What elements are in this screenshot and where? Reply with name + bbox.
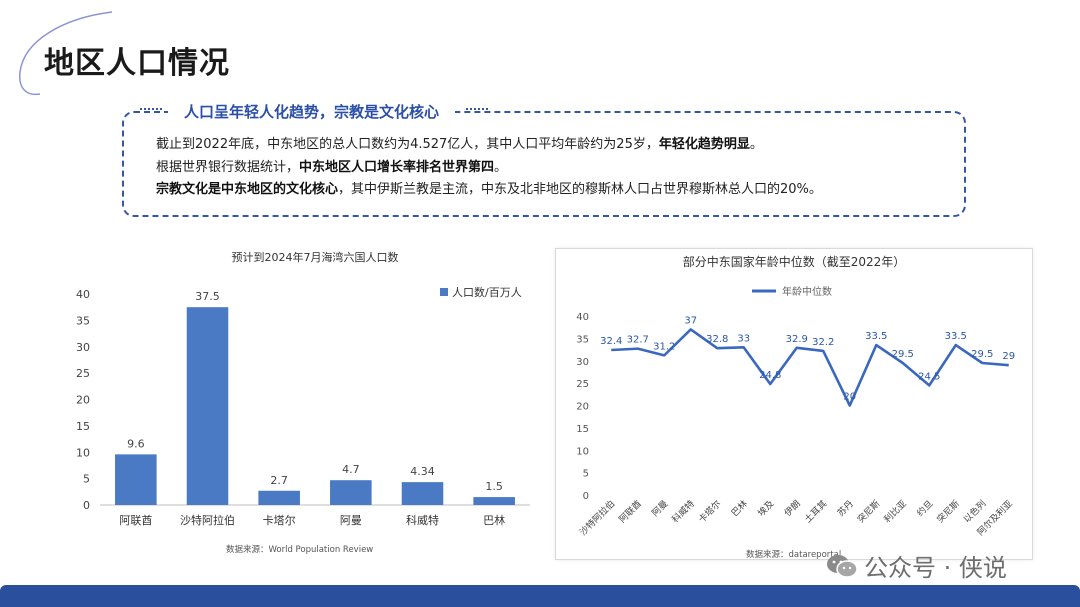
line-value-label: 24.5 (918, 371, 940, 382)
slide: 地区人口情况 人口呈年轻人化趋势，宗教是文化核心 截止到2022年底，中东地区的… (0, 0, 1080, 607)
median-age-chart-panel: 部分中东国家年龄中位数（截至2022年） 年龄中位数 0 5 10 15 20 25 30 35 4… (555, 248, 1033, 560)
bar-y-tick-label: 25 (76, 367, 90, 380)
bar-value-label: 4.7 (342, 463, 360, 476)
line-category-label: 巴林 (729, 498, 750, 519)
bar-y-tick-label: 0 (83, 499, 90, 512)
summary-text: 截止到2022年底，中东地区的总人口数约为4.527亿人，其中人口平均年龄约为2… (156, 134, 822, 202)
line-value-label: 37 (684, 315, 697, 326)
bar-category-label: 科威特 (406, 513, 439, 527)
watermark-text: 公众号 · 侠说 (864, 554, 1007, 582)
bar-y-tick-label: 5 (83, 473, 90, 486)
bar-legend-swatch (440, 288, 448, 296)
line-category-label: 约旦 (914, 498, 935, 519)
bar-category-label: 巴林 (483, 513, 505, 527)
line-value-label: 31.2 (653, 341, 675, 352)
line-y-tick-label: 10 (576, 446, 589, 457)
line-value-label: 33.5 (945, 331, 967, 342)
bar-value-label: 2.7 (270, 474, 288, 487)
population-bar-chart: 预计到2024年7月海湾六国人口数 0 5 10 15 20 25 30 35 40 9.6 阿联酋 3… (76, 250, 530, 555)
bar-value-label: 4.34 (410, 465, 435, 478)
summary-heading: 人口呈年轻人化趋势，宗教是文化核心 (168, 101, 456, 122)
line-value-label: 32.7 (627, 335, 649, 346)
summary-line-2: 根据世界银行数据统计，中东地区人口增长率排名世界第四。 (156, 157, 822, 180)
line-category-label: 土耳其 (802, 498, 830, 526)
bar-y-tick-label: 20 (76, 394, 90, 407)
line-value-label: 20 (843, 392, 856, 403)
line-y-tick-label: 15 (576, 424, 589, 435)
bar (401, 482, 444, 505)
bar-value-label: 37.5 (195, 290, 220, 303)
line-y-tick-label: 20 (576, 402, 589, 413)
line-category-label: 阿曼 (650, 498, 671, 519)
wechat-icon (827, 554, 858, 578)
line-legend-label: 年龄中位数 (782, 285, 832, 298)
bar-category-label: 阿联酋 (119, 513, 152, 527)
line-y-tick-label: 25 (576, 379, 589, 390)
line-y-tick-label: 0 (583, 491, 589, 502)
bar (330, 480, 372, 505)
bar (258, 490, 300, 505)
bar-value-label: 1.5 (485, 480, 503, 493)
footer-bar (0, 585, 1080, 607)
line-y-tick-label: 5 (583, 469, 589, 480)
summary-line-3-text: ，其中伊斯兰教是主流，中东及北非地区的穆斯林人口占世界穆斯林总人口的20%。 (338, 182, 822, 197)
line-category-label: 阿联酋 (616, 498, 644, 526)
page-title: 地区人口情况 (44, 46, 230, 81)
bar (186, 307, 229, 505)
bar-chart-source: 数据来源：World Population Review (226, 544, 373, 555)
bar-category-label: 卡塔尔 (263, 514, 296, 527)
bar (473, 497, 515, 505)
line-value-label: 33 (737, 333, 750, 344)
line-chart-title: 部分中东国家年龄中位数（截至2022年） (683, 254, 906, 269)
line-value-label: 33.5 (865, 331, 887, 342)
summary-divider-left (140, 108, 162, 112)
line-value-label: 32.8 (706, 334, 728, 345)
line-category-label: 沙特阿拉伯 (577, 498, 617, 538)
bar-legend-label: 人口数/百万人 (452, 286, 522, 299)
summary-line-2-bold: 中东地区人口增长率排名世界第四 (299, 159, 495, 175)
summary-line-2-text: 根据世界银行数据统计， (156, 159, 300, 175)
line-category-label: 苏丹 (835, 498, 856, 519)
line-category-label: 科威特 (669, 498, 697, 526)
line-category-label: 突尼斯 (934, 498, 962, 526)
line-value-label: 24.8 (759, 370, 781, 381)
bar-y-tick-label: 30 (76, 341, 90, 354)
bar-value-label: 9.6 (127, 437, 145, 450)
summary-line-2-end: 。 (494, 159, 508, 175)
bar-y-tick-label: 40 (76, 288, 90, 301)
watermark: 公众号 · 侠说 (826, 548, 1007, 583)
summary-divider-right (466, 108, 488, 112)
bar (115, 454, 157, 505)
summary-line-1: 截止到2022年底，中东地区的总人口数约为4.527亿人，其中人口平均年龄约为2… (156, 134, 822, 157)
line-category-label: 利比亚 (881, 498, 909, 526)
line-value-label: 29.5 (892, 349, 914, 360)
bar-y-tick-label: 15 (76, 420, 90, 433)
bar-y-tick-label: 35 (76, 314, 90, 327)
bar-chart-title: 预计到2024年7月海湾六国人口数 (232, 250, 399, 264)
line-value-label: 32.2 (812, 337, 834, 348)
line-y-tick-label: 35 (576, 334, 589, 345)
summary-line-1-bold: 年轻化趋势明显 (658, 137, 750, 152)
line-category-label: 以色列 (961, 498, 989, 526)
line-value-label: 29.5 (971, 349, 993, 360)
line-y-tick-label: 40 (576, 312, 589, 323)
line-category-label: 埃及 (755, 498, 776, 519)
line-category-label: 突尼斯 (855, 498, 883, 526)
line-value-label: 29 (1002, 351, 1015, 362)
line-value-label: 32.9 (786, 334, 808, 345)
summary-line-3: 宗教文化是中东地区的文化核心，其中伊斯兰教是主流，中东及北非地区的穆斯林人口占世… (156, 179, 822, 202)
summary-line-1-end: 。 (749, 137, 763, 152)
line-y-tick-label: 30 (576, 357, 589, 368)
bar-y-tick-label: 10 (76, 446, 90, 459)
median-age-line-chart: 部分中东国家年龄中位数（截至2022年） 年龄中位数 0 5 10 15 20 25 30 35 4… (576, 254, 1015, 559)
line-category-label: 伊朗 (782, 498, 803, 519)
bar-category-label: 阿曼 (340, 514, 362, 527)
line-category-label: 卡塔尔 (696, 498, 724, 526)
summary-line-1-text: 截止到2022年底，中东地区的总人口数约为4.527亿人，其中人口平均年龄约为2… (156, 137, 659, 152)
summary-line-3-bold: 宗教文化是中东地区的文化核心 (156, 182, 339, 197)
line-value-label: 32.4 (600, 336, 622, 347)
bar-category-label: 沙特阿拉伯 (180, 513, 235, 527)
